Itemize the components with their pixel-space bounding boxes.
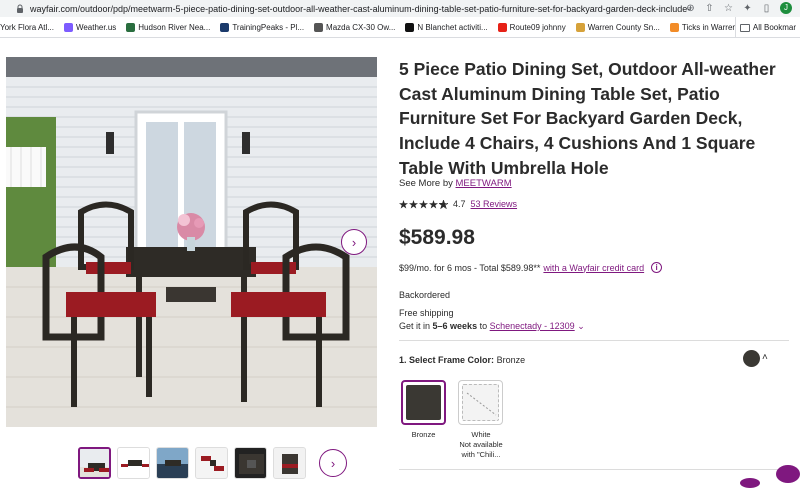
rating-value: 4.7 [453, 199, 466, 209]
selected-color: Bronze [496, 355, 526, 365]
rating-row: 4.7 53 Reviews [399, 199, 517, 209]
delivery-estimate: Get it in 5–6 weeks to Schenectady - 123… [399, 321, 585, 331]
star-icon [419, 199, 428, 209]
star-rating [399, 199, 448, 209]
url-text[interactable]: wayfair.com/outdoor/pdp/meetwarm-5-piece… [30, 4, 690, 14]
bookmark-item[interactable]: Mazda CX-30 Ow... [314, 22, 395, 32]
divider [399, 469, 789, 470]
star-icon [429, 199, 438, 209]
star-icon [409, 199, 418, 209]
chevron-up-icon[interactable]: ˄ [762, 352, 768, 363]
reviews-link[interactable]: 53 Reviews [471, 199, 518, 209]
brand-link[interactable]: MEETWARM [456, 178, 512, 189]
bookmark-item[interactable]: York Flora Atl... [0, 23, 54, 32]
stock-status: Backordered [399, 290, 451, 300]
favicon-icon [314, 22, 324, 32]
favicon-icon [220, 22, 230, 32]
see-more-by: See More by MEETWARM [399, 178, 512, 189]
thumbnail-strip [78, 447, 306, 479]
chat-bubble [740, 478, 760, 488]
divider [399, 340, 789, 341]
info-icon[interactable]: i [651, 262, 663, 273]
favicon-icon [405, 22, 415, 32]
bookmark-star-icon[interactable]: ☆ [723, 3, 734, 14]
zoom-icon[interactable]: ⊕ [685, 3, 696, 14]
location-link[interactable]: Schenectady - 12309 [490, 321, 575, 331]
sidebar-icon[interactable]: ▯ [761, 3, 772, 14]
favicon-icon [575, 22, 585, 32]
thumbnail-3[interactable] [156, 447, 189, 479]
all-bookmarks-button[interactable]: All Bookmar [734, 17, 800, 37]
address-bar[interactable]: wayfair.com/outdoor/pdp/meetwarm-5-piece… [0, 0, 800, 17]
chat-icon[interactable] [776, 465, 800, 483]
selected-color-swatch [743, 350, 760, 367]
credit-card-link[interactable]: with a Wayfair credit card [543, 263, 644, 273]
chevron-down-icon[interactable]: ⌄ [577, 321, 585, 331]
bookmark-item[interactable]: Weather.us [63, 22, 116, 32]
bookmark-item[interactable]: Warren County Sn... [575, 22, 660, 32]
favicon-icon [669, 22, 679, 32]
bookmark-item[interactable]: Route09 johnny [497, 22, 566, 32]
shipping-info: Free shipping [399, 308, 454, 318]
bookmarks-bar: York Flora Atl... Weather.us Hudson River … [0, 17, 800, 38]
favicon-icon [497, 22, 507, 32]
bronze-label: Bronze [411, 430, 436, 439]
thumbnail-5[interactable] [234, 447, 267, 479]
lock-icon [17, 4, 23, 13]
folder-icon [739, 23, 750, 32]
frame-color-label: 1. Select Frame Color: Bronze [399, 355, 526, 365]
next-image-button[interactable]: › [341, 229, 367, 255]
profile-avatar[interactable]: J [780, 2, 792, 14]
financing-info: $99/mo. for 6 mos - Total $589.98** with… [399, 262, 663, 273]
share-icon[interactable]: ⇧ [704, 3, 715, 14]
color-option-white[interactable] [458, 380, 503, 425]
price: $589.98 [399, 226, 475, 249]
extensions-icon[interactable]: ✦ [742, 3, 753, 14]
thumbnails-next-button[interactable]: › [319, 449, 347, 477]
favicon-icon [63, 22, 73, 32]
thumbnail-6[interactable] [273, 447, 306, 479]
thumbnail-4[interactable] [195, 447, 228, 479]
bookmark-item[interactable]: Hudson River Nea... [126, 22, 210, 32]
main-product-image[interactable] [6, 57, 377, 427]
bookmark-item[interactable]: TrainingPeaks - Pl... [220, 22, 304, 32]
bookmark-item[interactable]: N Blanchet activiti... [405, 22, 488, 32]
star-half-icon [439, 199, 448, 209]
color-option-bronze[interactable] [401, 380, 446, 425]
favicon-icon [126, 22, 136, 32]
thumbnail-1[interactable] [78, 447, 111, 479]
star-icon [399, 199, 408, 209]
white-option-info: White Not available with "Chili... [459, 430, 503, 459]
product-title: 5 Piece Patio Dining Set, Outdoor All-we… [399, 59, 776, 178]
thumbnail-2[interactable] [117, 447, 150, 479]
